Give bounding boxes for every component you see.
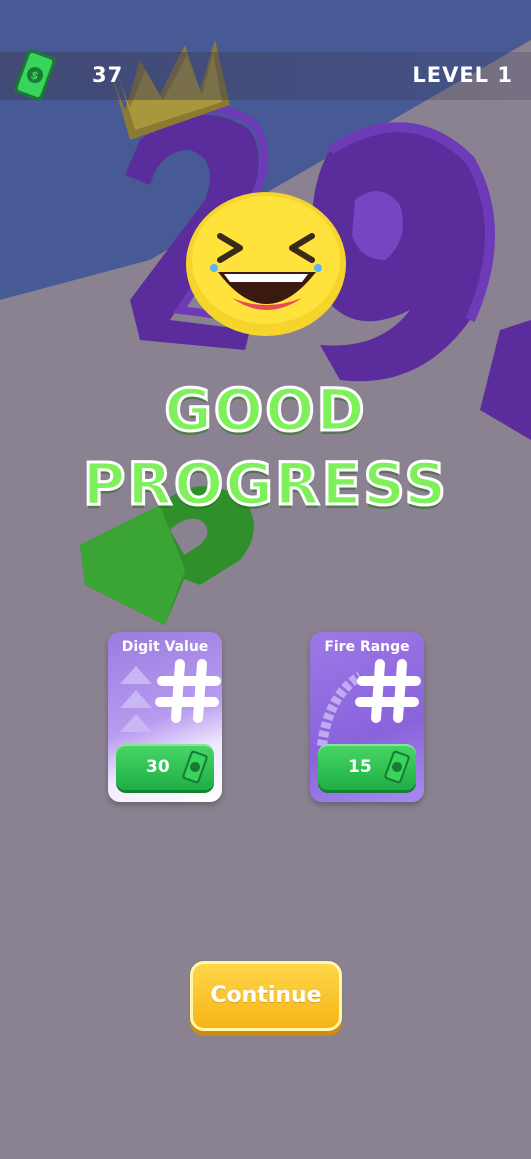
cash-icon: $: [14, 49, 56, 101]
buy-digit-value-button[interactable]: 30: [116, 744, 214, 790]
price-value: 15: [348, 757, 372, 777]
continue-button[interactable]: Continue: [190, 961, 342, 1031]
cash-count: 37: [92, 63, 124, 87]
headline-good: GOOD: [163, 375, 367, 446]
laughing-face-icon: [186, 192, 346, 336]
cash-icon: [384, 750, 410, 784]
cash-icon: [182, 750, 208, 784]
price-value: 30: [146, 757, 170, 777]
upgrade-card-fire-range[interactable]: Fire Range 15: [310, 632, 424, 802]
buy-fire-range-button[interactable]: 15: [318, 744, 416, 790]
hash-icon: [355, 659, 421, 723]
headline-progress: PROGRESS: [81, 449, 449, 520]
hash-icon: [155, 659, 221, 723]
level-label: LEVEL 1: [412, 63, 513, 87]
upgrade-card-digit-value[interactable]: Digit Value 30: [108, 632, 222, 802]
arrows-up-icon: [120, 666, 152, 732]
upgrade-card-title: Fire Range: [324, 639, 410, 655]
continue-label: Continue: [210, 983, 322, 1008]
upgrade-card-title: Digit Value: [121, 639, 209, 655]
